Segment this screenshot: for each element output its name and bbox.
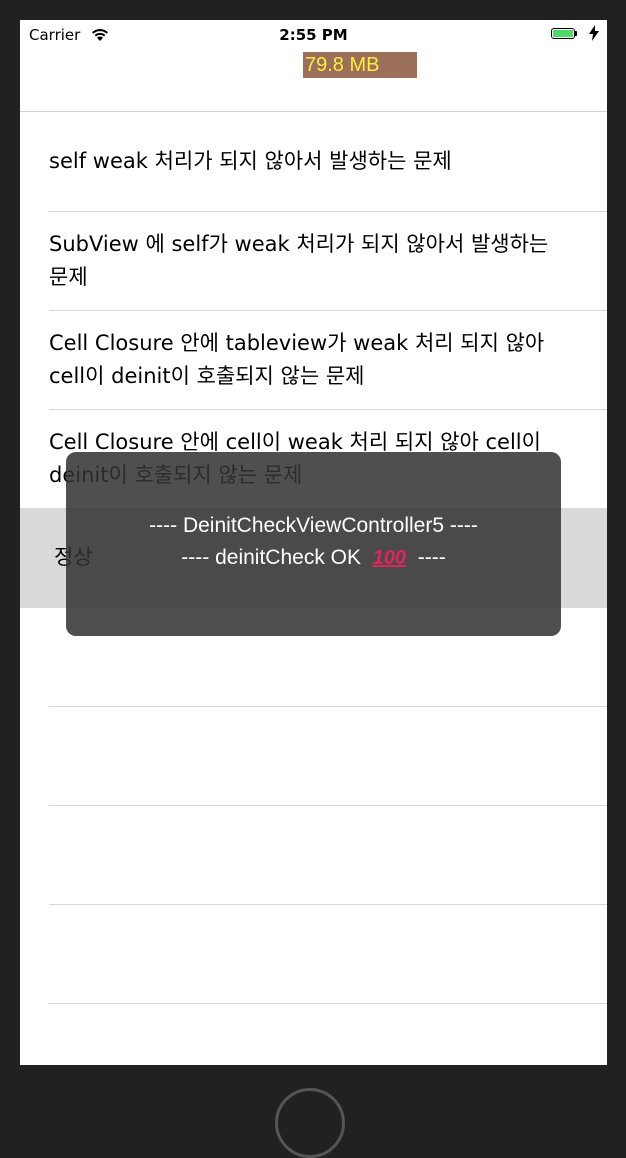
table-row[interactable] bbox=[20, 706, 607, 806]
battery-icon bbox=[551, 28, 577, 40]
row-separator bbox=[49, 1003, 607, 1004]
table-row[interactable]: SubView 에 self가 weak 처리가 되지 않아서 발생하는 문제 bbox=[20, 211, 607, 311]
toast-line-2: ---- deinitCheck OK 100 ---- bbox=[66, 546, 561, 570]
hundred-points-icon: 100 bbox=[372, 547, 407, 569]
memory-usage-badge: 79.8 MB bbox=[303, 52, 417, 78]
toast-line-2-suffix: ---- bbox=[417, 546, 446, 569]
table-row[interactable] bbox=[20, 904, 607, 1004]
row-label bbox=[49, 904, 569, 1003]
table-row[interactable]: self weak 처리가 되지 않아서 발생하는 문제 bbox=[20, 112, 607, 212]
row-label bbox=[49, 706, 569, 805]
row-label bbox=[49, 805, 569, 904]
home-button[interactable] bbox=[275, 1088, 345, 1158]
row-label: self weak 처리가 되지 않아서 발생하는 문제 bbox=[49, 149, 452, 173]
toast-message: ---- DeinitCheckViewController5 ---- ---… bbox=[66, 452, 561, 636]
table-row[interactable] bbox=[20, 805, 607, 905]
row-label: SubView 에 self가 weak 처리가 되지 않아서 발생하는 문제 bbox=[49, 231, 549, 289]
phone-screen: Carrier 2:55 PM 79.8 MB self weak 처리가 되지… bbox=[20, 20, 607, 1065]
charging-bolt-icon bbox=[589, 25, 599, 41]
clock-time: 2:55 PM bbox=[279, 26, 348, 44]
toast-line-1: ---- DeinitCheckViewController5 ---- bbox=[149, 514, 478, 537]
row-label: Cell Closure 안에 tableview가 weak 처리 되지 않아… bbox=[49, 330, 545, 388]
table-row[interactable]: Cell Closure 안에 tableview가 weak 처리 되지 않아… bbox=[20, 310, 607, 410]
toast-line-2-prefix: ---- deinitCheck OK bbox=[181, 546, 361, 569]
